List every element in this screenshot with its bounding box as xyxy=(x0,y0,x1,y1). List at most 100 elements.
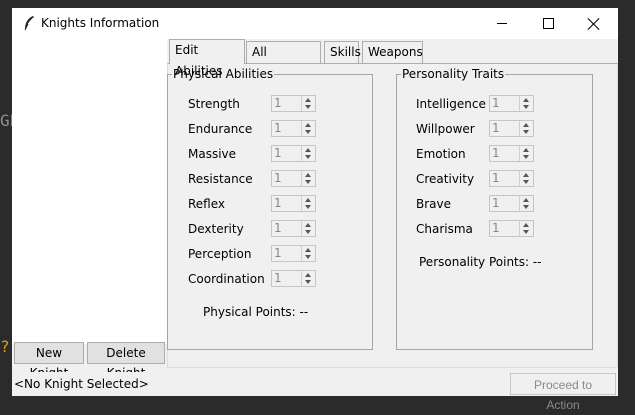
spinbox-value: 1 xyxy=(492,196,500,210)
spinbox-value: 1 xyxy=(274,146,282,160)
spinbox-value: 1 xyxy=(492,121,500,135)
spin-arrows[interactable] xyxy=(519,96,533,111)
spin-arrows[interactable] xyxy=(519,221,533,236)
spinbox-value: 1 xyxy=(274,96,282,110)
physical-points-label: Physical Points: -- xyxy=(203,305,309,319)
up-arrow-icon xyxy=(305,98,311,102)
spin-arrows[interactable] xyxy=(301,271,315,286)
spin-arrows[interactable] xyxy=(301,196,315,211)
down-arrow-icon xyxy=(523,105,529,109)
spinbox-value: 1 xyxy=(274,221,282,235)
spin-arrows[interactable] xyxy=(301,146,315,161)
up-arrow-icon xyxy=(305,173,311,177)
spinbox-value: 1 xyxy=(492,221,500,235)
reflex-spinbox[interactable]: 1 xyxy=(271,195,316,212)
endurance-spinbox[interactable]: 1 xyxy=(271,120,316,137)
spin-arrows[interactable] xyxy=(301,121,315,136)
down-arrow-icon xyxy=(523,205,529,209)
down-arrow-icon xyxy=(305,155,311,159)
perception-spinbox[interactable]: 1 xyxy=(271,245,316,262)
spin-arrows[interactable] xyxy=(519,171,533,186)
intelligence-label: Intelligence xyxy=(416,97,486,111)
knight-list[interactable] xyxy=(12,39,169,344)
spinbox-value: 1 xyxy=(274,121,282,135)
down-arrow-icon xyxy=(523,180,529,184)
down-arrow-icon xyxy=(523,130,529,134)
willpower-label: Willpower xyxy=(416,122,475,136)
tab-skills[interactable]: Skills xyxy=(324,41,361,63)
personality-points-label: Personality Points: -- xyxy=(419,255,542,269)
up-arrow-icon xyxy=(523,198,529,202)
personality-traits-title: Personality Traits xyxy=(401,67,506,81)
down-arrow-icon xyxy=(305,105,311,109)
massive-label: Massive xyxy=(188,147,237,161)
spinbox-value: 1 xyxy=(492,146,500,160)
close-button[interactable] xyxy=(571,8,617,39)
down-arrow-icon xyxy=(523,155,529,159)
creativity-spinbox[interactable]: 1 xyxy=(489,170,534,187)
charisma-spinbox[interactable]: 1 xyxy=(489,220,534,237)
down-arrow-icon xyxy=(305,180,311,184)
up-arrow-icon xyxy=(305,248,311,252)
up-arrow-icon xyxy=(305,148,311,152)
brave-label: Brave xyxy=(416,197,452,211)
strength-spinbox[interactable]: 1 xyxy=(271,95,316,112)
down-arrow-icon xyxy=(305,280,311,284)
spin-arrows[interactable] xyxy=(519,121,533,136)
endurance-label: Endurance xyxy=(188,122,253,136)
spin-arrows[interactable] xyxy=(301,221,315,236)
intelligence-spinbox[interactable]: 1 xyxy=(489,95,534,112)
spinbox-value: 1 xyxy=(274,246,282,260)
new-knight-button[interactable]: New Knight xyxy=(14,342,84,380)
spin-arrows[interactable] xyxy=(301,246,315,261)
up-arrow-icon xyxy=(305,198,311,202)
up-arrow-icon xyxy=(523,148,529,152)
resistance-label: Resistance xyxy=(188,172,253,186)
coordination-label: Coordination xyxy=(188,272,265,286)
spinbox-value: 1 xyxy=(492,171,500,185)
up-arrow-icon xyxy=(523,223,529,227)
down-arrow-icon xyxy=(305,230,311,234)
spin-arrows[interactable] xyxy=(519,146,533,161)
down-arrow-icon xyxy=(305,205,311,209)
maximize-icon xyxy=(542,18,554,29)
tab-weapons[interactable]: Weapons xyxy=(362,41,423,63)
down-arrow-icon xyxy=(305,130,311,134)
minimize-icon xyxy=(497,23,507,24)
minimize-button[interactable] xyxy=(479,8,525,39)
reflex-label: Reflex xyxy=(188,197,226,211)
dexterity-spinbox[interactable]: 1 xyxy=(271,220,316,237)
massive-spinbox[interactable]: 1 xyxy=(271,145,316,162)
status-bar: <No Knight Selected> Proceed to Action xyxy=(12,372,618,412)
perception-label: Perception xyxy=(188,247,252,261)
charisma-label: Charisma xyxy=(416,222,473,236)
spin-arrows[interactable] xyxy=(301,96,315,111)
emotion-spinbox[interactable]: 1 xyxy=(489,145,534,162)
spinbox-value: 1 xyxy=(274,171,282,185)
tab-all-statistics[interactable]: All Statistics xyxy=(246,41,321,80)
feather-icon xyxy=(24,16,34,31)
coordination-spinbox[interactable]: 1 xyxy=(271,270,316,287)
personality-traits-group: Personality Traits xyxy=(396,67,593,350)
maximize-button[interactable] xyxy=(525,8,571,39)
spinbox-value: 1 xyxy=(274,196,282,210)
resistance-spinbox[interactable]: 1 xyxy=(271,170,316,187)
delete-knight-button[interactable]: Delete Knight xyxy=(87,342,165,380)
proceed-to-action-button[interactable]: Proceed to Action xyxy=(510,373,616,412)
spin-arrows[interactable] xyxy=(519,196,533,211)
strength-label: Strength xyxy=(188,97,240,111)
down-arrow-icon xyxy=(305,255,311,259)
spin-arrows[interactable] xyxy=(301,171,315,186)
creativity-label: Creativity xyxy=(416,172,475,186)
tab-strip: Edit Abilities All Statistics Skills Wea… xyxy=(167,39,618,80)
up-arrow-icon xyxy=(305,273,311,277)
brave-spinbox[interactable]: 1 xyxy=(489,195,534,212)
close-icon xyxy=(588,18,600,30)
willpower-spinbox[interactable]: 1 xyxy=(489,120,534,137)
down-arrow-icon xyxy=(523,230,529,234)
emotion-label: Emotion xyxy=(416,147,466,161)
status-text: <No Knight Selected> xyxy=(14,377,149,391)
spinbox-value: 1 xyxy=(274,271,282,285)
tab-edit-abilities[interactable]: Edit Abilities xyxy=(169,39,245,78)
title-bar[interactable]: Knights Information xyxy=(12,8,618,39)
